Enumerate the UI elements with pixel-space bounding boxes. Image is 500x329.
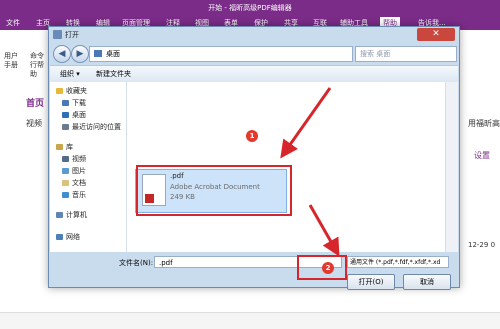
- arrow-to-open: [308, 204, 340, 257]
- annotation-arrows: [280, 87, 340, 257]
- arrow-to-file: [280, 87, 332, 159]
